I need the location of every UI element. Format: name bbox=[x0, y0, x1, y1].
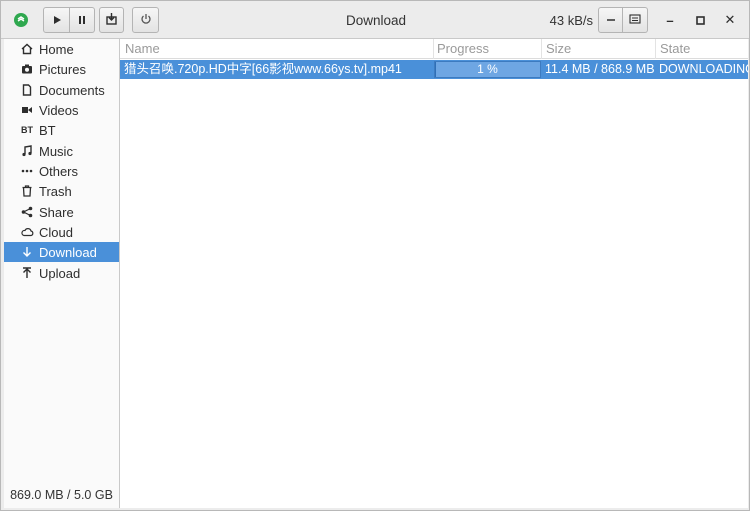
home-icon bbox=[20, 42, 34, 56]
minimize-icon: – bbox=[666, 12, 674, 28]
sidebar-item-label: Trash bbox=[39, 183, 72, 199]
sidebar-item-label: Home bbox=[39, 41, 74, 57]
trash-icon bbox=[20, 184, 34, 198]
document-icon bbox=[20, 83, 34, 97]
sidebar-item-download[interactable]: Download bbox=[4, 242, 119, 262]
column-header-size[interactable]: Size bbox=[541, 39, 656, 59]
column-headers: Name Progress Size State bbox=[120, 39, 748, 59]
speed-indicator: 43 kB/s bbox=[549, 13, 593, 28]
close-window-button[interactable]: ✕ bbox=[721, 11, 739, 29]
sidebar-item-share[interactable]: Share bbox=[4, 202, 119, 222]
column-header-progress[interactable]: Progress bbox=[432, 39, 542, 59]
window-title: Download bbox=[345, 13, 407, 28]
sidebar-item-label: Documents bbox=[39, 82, 105, 98]
sidebar-item-videos[interactable]: Videos bbox=[4, 100, 119, 120]
task-list[interactable]: Name Progress Size State 猎头召唤.720p.HD中字[… bbox=[120, 39, 748, 508]
music-icon bbox=[20, 144, 34, 158]
sidebar-item-label: BT bbox=[39, 122, 56, 138]
header-bar: Download 43 kB/s – ✕ bbox=[1, 1, 749, 39]
sidebar: Home Pictures Documents Videos BT BT Mus… bbox=[4, 39, 120, 508]
task-name: 猎头召唤.720p.HD中字[66影视www.66ys.tv].mp41 bbox=[124, 62, 402, 76]
sidebar-item-label: Upload bbox=[39, 265, 81, 281]
share-icon bbox=[20, 205, 34, 219]
pause-all-button[interactable] bbox=[70, 7, 95, 33]
pause-icon bbox=[77, 13, 87, 28]
trash-download-icon bbox=[105, 12, 118, 28]
speed-limit-button[interactable] bbox=[598, 7, 623, 33]
upload-icon bbox=[20, 266, 34, 280]
table-row[interactable]: 猎头召唤.720p.HD中字[66影视www.66ys.tv].mp41 1 %… bbox=[120, 60, 748, 79]
more-icon bbox=[20, 164, 34, 178]
sidebar-item-trash[interactable]: Trash bbox=[4, 181, 119, 201]
close-icon: ✕ bbox=[724, 12, 736, 27]
progress-bar: 1 % bbox=[434, 61, 541, 78]
sidebar-item-home[interactable]: Home bbox=[4, 39, 119, 59]
minus-icon bbox=[606, 13, 616, 28]
minimize-window-button[interactable]: – bbox=[661, 11, 679, 29]
column-header-name[interactable]: Name bbox=[120, 39, 434, 59]
storage-usage: 869.0 MB / 5.0 GB bbox=[10, 488, 113, 502]
power-icon bbox=[140, 13, 152, 28]
sidebar-item-label: Download bbox=[39, 244, 97, 260]
sidebar-item-label: Cloud bbox=[39, 224, 73, 240]
power-button[interactable] bbox=[132, 7, 159, 33]
maximize-icon bbox=[695, 13, 705, 28]
app-logo-icon bbox=[14, 13, 28, 27]
sidebar-item-label: Music bbox=[39, 143, 73, 159]
app-window: Download 43 kB/s – ✕ Home Pictures Docum… bbox=[0, 0, 750, 511]
download-icon bbox=[20, 245, 34, 259]
menu-icon bbox=[629, 13, 641, 28]
task-state: DOWNLOADING bbox=[659, 62, 748, 76]
sidebar-item-others[interactable]: Others bbox=[4, 161, 119, 181]
video-icon bbox=[20, 103, 34, 117]
sidebar-item-label: Pictures bbox=[39, 61, 86, 77]
sidebar-item-documents[interactable]: Documents bbox=[4, 80, 119, 100]
play-icon bbox=[52, 13, 62, 28]
sidebar-item-music[interactable]: Music bbox=[4, 141, 119, 161]
maximize-window-button[interactable] bbox=[691, 11, 709, 29]
menu-button[interactable] bbox=[623, 7, 648, 33]
sidebar-item-pictures[interactable]: Pictures bbox=[4, 59, 119, 79]
column-header-state[interactable]: State bbox=[655, 39, 748, 59]
cloud-icon bbox=[20, 225, 34, 239]
camera-icon bbox=[20, 62, 34, 76]
sidebar-item-upload[interactable]: Upload bbox=[4, 263, 119, 283]
sidebar-item-bt[interactable]: BT BT bbox=[4, 120, 119, 140]
sidebar-item-label: Others bbox=[39, 163, 79, 179]
sidebar-item-label: Videos bbox=[39, 102, 79, 118]
progress-text: 1 % bbox=[477, 62, 498, 76]
bt-icon: BT bbox=[21, 125, 33, 135]
sidebar-item-cloud[interactable]: Cloud bbox=[4, 222, 119, 242]
start-all-button[interactable] bbox=[43, 7, 70, 33]
clear-finished-button[interactable] bbox=[99, 7, 124, 33]
sidebar-item-label: Share bbox=[39, 204, 74, 220]
task-size: 11.4 MB / 868.9 MB bbox=[545, 62, 655, 76]
